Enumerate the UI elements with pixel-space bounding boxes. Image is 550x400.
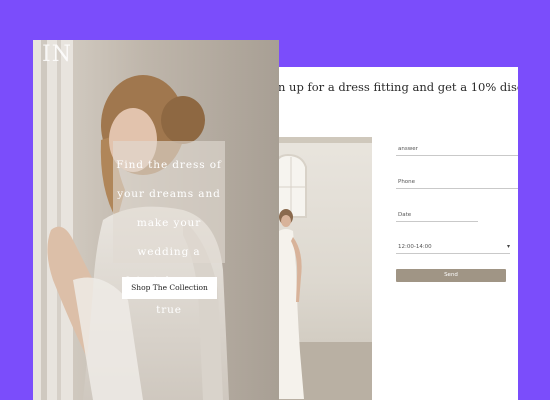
time-select-value: 12:00-14:00: [398, 244, 432, 250]
fitting-photo: [274, 137, 372, 400]
date-field[interactable]: Date: [396, 207, 478, 222]
time-select[interactable]: 12:00-14:00 ▾: [396, 239, 510, 254]
hero-headline-line-1: Find the dress of: [116, 159, 222, 171]
chevron-down-icon: ▾: [506, 243, 510, 250]
hero-headline-line-2: your dreams and: [117, 188, 221, 200]
name-field-value: answer: [398, 146, 418, 152]
shop-collection-button[interactable]: Shop The Collection: [122, 277, 217, 299]
phone-field-placeholder: Phone: [398, 179, 416, 185]
date-field-placeholder: Date: [398, 212, 412, 218]
form-heading: n up for a dress fitting and get a 10% d…: [278, 80, 518, 94]
hero-textbox: Find the dress of your dreams and make y…: [113, 141, 225, 316]
brand-logo: IN: [42, 42, 72, 67]
hero-card: IN Find the dress of your dreams and mak…: [33, 40, 279, 400]
name-field[interactable]: answer: [396, 141, 518, 156]
phone-field[interactable]: Phone: [396, 174, 518, 189]
send-button[interactable]: Send: [396, 269, 506, 282]
hero-headline-line-3: make your wedding a: [136, 217, 202, 258]
